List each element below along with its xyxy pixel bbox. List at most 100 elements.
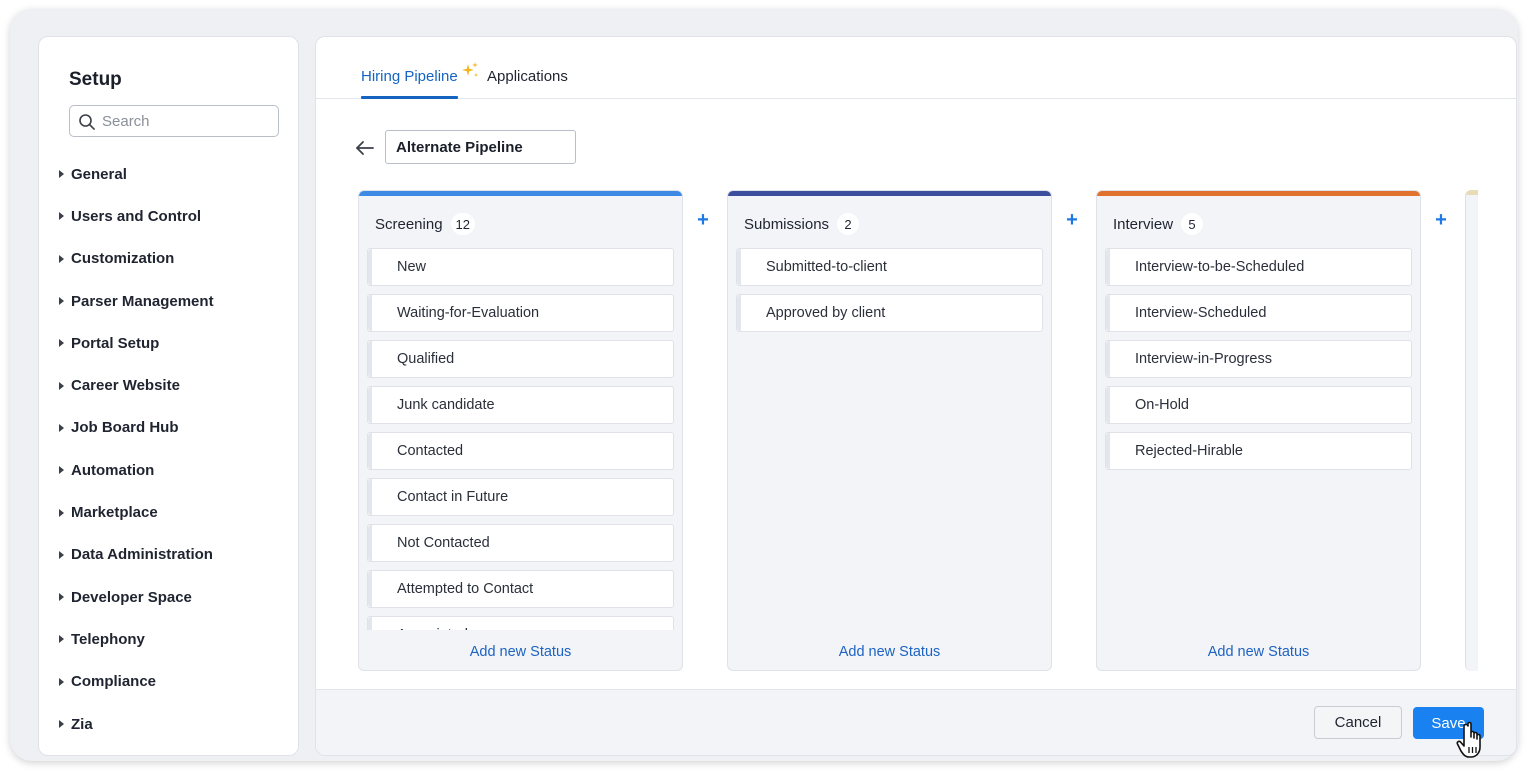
caret-right-icon — [59, 381, 64, 390]
sidebar-item-users-and-control[interactable]: Users and Control — [57, 197, 287, 239]
caret-right-icon — [59, 423, 64, 432]
caret-right-icon — [59, 170, 64, 179]
tab-hiring-pipeline[interactable]: Hiring Pipeline — [361, 68, 458, 85]
status-item[interactable]: Junk candidate — [367, 386, 674, 424]
add-stage-plus-icon[interactable]: + — [1062, 210, 1082, 231]
sidebar-item-marketplace[interactable]: Marketplace — [57, 493, 287, 535]
status-item[interactable]: Qualified — [367, 340, 674, 378]
pipeline-board: Screening 12 New Waiting-for-Evaluation Qual… — [358, 190, 1478, 672]
add-new-status-link[interactable]: Add new Status — [728, 644, 1051, 660]
status-item[interactable]: New — [367, 248, 674, 286]
caret-right-icon — [59, 508, 64, 517]
column-header: Screening 12 — [375, 213, 476, 235]
column-header: Submissions 2 — [744, 213, 860, 235]
search-box[interactable] — [69, 105, 279, 137]
sidebar-item-label: Data Administration — [71, 546, 213, 564]
column-color-bar — [728, 191, 1051, 196]
caret-right-icon — [59, 254, 64, 263]
sidebar-item-career-website[interactable]: Career Website — [57, 366, 287, 408]
status-label: Qualified — [397, 351, 455, 367]
sidebar-item-general[interactable]: General — [57, 155, 287, 197]
sidebar-item-label: Marketplace — [71, 504, 158, 522]
sidebar-item-label: Compliance — [71, 673, 157, 691]
status-item[interactable]: Submitted-to-client — [736, 248, 1043, 286]
status-item[interactable]: Interview-Scheduled — [1105, 294, 1412, 332]
status-item[interactable]: Approved by client — [736, 294, 1043, 332]
status-label: Junk candidate — [397, 397, 495, 413]
sidebar-item-label: Zia — [71, 715, 93, 733]
hand-cursor-icon — [1456, 721, 1481, 758]
tab-bar: Hiring Pipeline Applications — [316, 37, 1516, 99]
caret-right-icon — [59, 593, 64, 602]
sidebar-nav: General Users and Control Customization Par… — [57, 155, 287, 747]
add-stage-plus-icon[interactable]: + — [693, 210, 713, 231]
sidebar-title: Setup — [69, 69, 122, 90]
status-item[interactable]: Interview-in-Progress — [1105, 340, 1412, 378]
status-item[interactable]: Associated — [367, 616, 674, 630]
sidebar-item-label: Developer Space — [71, 588, 192, 606]
sidebar-item-compliance[interactable]: Compliance — [57, 663, 287, 705]
sidebar-item-customization[interactable]: Customization — [57, 240, 287, 282]
sidebar-item-portal-setup[interactable]: Portal Setup — [57, 324, 287, 366]
tab-applications[interactable]: Applications — [487, 68, 568, 85]
add-new-status-link[interactable]: Add new Status — [1097, 644, 1420, 660]
cancel-button[interactable]: Cancel — [1314, 706, 1402, 739]
search-input[interactable] — [102, 110, 272, 132]
caret-right-icon — [59, 466, 64, 475]
status-label: Waiting-for-Evaluation — [397, 305, 540, 321]
column-header: Interview 5 — [1113, 213, 1204, 235]
sidebar-item-parser-management[interactable]: Parser Management — [57, 282, 287, 324]
column-title: Screening — [375, 215, 443, 233]
back-arrow-icon[interactable] — [354, 137, 376, 159]
sidebar-item-label: Parser Management — [71, 292, 214, 310]
sidebar-item-data-administration[interactable]: Data Administration — [57, 536, 287, 578]
pipeline-name-field[interactable] — [385, 130, 576, 164]
sidebar-item-label: Customization — [71, 250, 175, 268]
add-new-status-link[interactable]: Add new Status — [359, 644, 682, 660]
stage-column-submissions: Submissions 2 Submitted-to-client Approved … — [727, 190, 1052, 671]
status-label: Interview-to-be-Scheduled — [1135, 259, 1305, 275]
status-count-badge: 12 — [450, 213, 476, 235]
sidebar-item-label: Automation — [71, 461, 155, 479]
status-item[interactable]: Not Contacted — [367, 524, 674, 562]
caret-right-icon — [59, 339, 64, 348]
add-stage-plus-icon[interactable]: + — [1431, 210, 1451, 231]
status-count-badge: 2 — [837, 213, 860, 235]
status-label: Not Contacted — [397, 535, 490, 551]
status-label: Contacted — [397, 443, 464, 459]
status-item[interactable]: Contacted — [367, 432, 674, 470]
caret-right-icon — [59, 635, 64, 644]
active-tab-indicator — [361, 96, 458, 99]
sidebar-item-job-board-hub[interactable]: Job Board Hub — [57, 409, 287, 451]
status-label: Contact in Future — [397, 489, 509, 505]
status-item[interactable]: Waiting-for-Evaluation — [367, 294, 674, 332]
sidebar-item-label: Telephony — [71, 630, 145, 648]
sidebar-item-zia[interactable]: Zia — [57, 705, 287, 747]
caret-right-icon — [59, 720, 64, 728]
status-label: Interview-Scheduled — [1135, 305, 1267, 321]
status-item[interactable]: Rejected-Hirable — [1105, 432, 1412, 470]
status-list: Submitted-to-client Approved by client — [736, 248, 1043, 630]
sidebar-item-label: Portal Setup — [71, 334, 160, 352]
status-label: New — [397, 259, 427, 275]
column-title: Submissions — [744, 215, 830, 233]
column-color-bar — [1097, 191, 1420, 196]
status-item[interactable]: Contact in Future — [367, 478, 674, 516]
next-column-peek — [1465, 190, 1478, 671]
status-label: Interview-in-Progress — [1135, 351, 1272, 367]
footer-bar: Cancel Save — [316, 689, 1516, 755]
status-label: Submitted-to-client — [766, 259, 887, 275]
sidebar-item-label: Career Website — [71, 377, 180, 395]
status-item[interactable]: Interview-to-be-Scheduled — [1105, 248, 1412, 286]
status-item[interactable]: Attempted to Contact — [367, 570, 674, 608]
stage-column-screening: Screening 12 New Waiting-for-Evaluation Qual… — [358, 190, 683, 671]
status-label: Approved by client — [766, 305, 886, 321]
setup-sidebar: Setup General Users and Control Customizat… — [38, 36, 299, 756]
stage-column-interview: Interview 5 Interview-to-be-Scheduled Inter… — [1096, 190, 1421, 671]
status-item[interactable]: On-Hold — [1105, 386, 1412, 424]
sidebar-item-telephony[interactable]: Telephony — [57, 620, 287, 662]
sidebar-item-label: Users and Control — [71, 207, 202, 225]
status-list: Interview-to-be-Scheduled Interview-Sched… — [1105, 248, 1412, 630]
sidebar-item-developer-space[interactable]: Developer Space — [57, 578, 287, 620]
sidebar-item-automation[interactable]: Automation — [57, 451, 287, 493]
